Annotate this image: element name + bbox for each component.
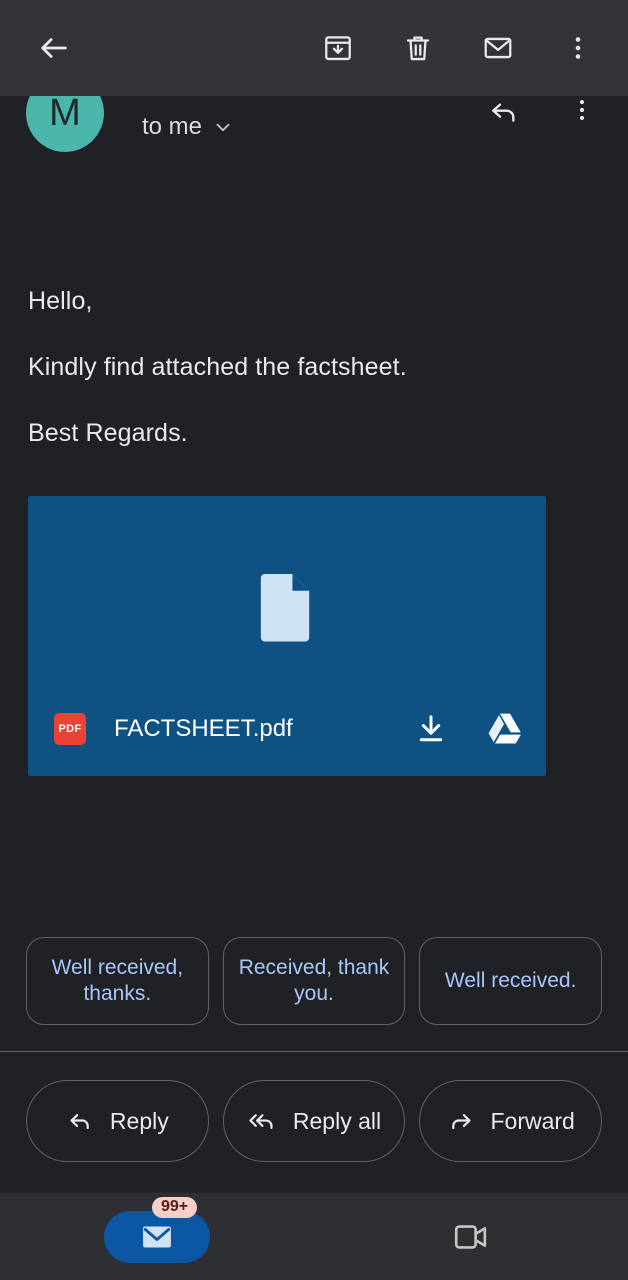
- archive-button[interactable]: [310, 20, 366, 76]
- attachment-card[interactable]: PDF FACTSHEET.pdf: [28, 496, 546, 776]
- avatar[interactable]: M: [26, 96, 104, 152]
- smart-reply-chip-3[interactable]: Well received.: [419, 937, 603, 1025]
- reply-label: Reply: [109, 1107, 169, 1134]
- attachment-preview: [28, 570, 546, 644]
- mail-tab-pill: 99+: [104, 1196, 210, 1263]
- save-to-drive-button[interactable]: [486, 712, 524, 746]
- reply-all-label: Reply all: [292, 1107, 382, 1134]
- delete-icon: [406, 36, 430, 61]
- app-bar: [0, 0, 628, 96]
- nav-item-mail[interactable]: 99+: [0, 1193, 314, 1280]
- reply-all-button[interactable]: Reply all: [222, 1080, 406, 1162]
- more-options-icon: [579, 99, 585, 121]
- sender-row: M to me: [0, 96, 628, 160]
- meet-tab-pill: [418, 1211, 524, 1263]
- archive-icon: [325, 36, 351, 61]
- recipient-label: to me: [142, 113, 203, 140]
- smart-reply-chip-1[interactable]: Well received, thanks.: [26, 937, 209, 1025]
- message-more-options-button[interactable]: [554, 96, 610, 138]
- forward-icon: [451, 1114, 471, 1130]
- forward-button[interactable]: Forward: [419, 1080, 603, 1162]
- message-signoff: Best Regards.: [28, 419, 188, 447]
- nav-item-meet[interactable]: [314, 1193, 628, 1280]
- mark-unread-icon: [484, 37, 512, 59]
- reply-icon: [492, 103, 515, 122]
- unread-badge: 99+: [152, 1196, 198, 1218]
- reply-icon: [70, 1114, 89, 1130]
- message-body: Hello, Kindly find attached the factshee…: [0, 160, 628, 937]
- more-options-button[interactable]: [550, 20, 606, 76]
- more-options-icon: [575, 37, 581, 59]
- recipient-expander[interactable]: to me: [142, 113, 234, 141]
- smart-reply-row: Well received, thanks. Received, thank y…: [0, 937, 628, 1025]
- reply-button-header[interactable]: [476, 96, 532, 138]
- delete-button[interactable]: [390, 20, 446, 76]
- reply-action-row: Reply Reply all Forward: [0, 1052, 628, 1192]
- chevron-down-icon: [216, 123, 230, 132]
- pdf-badge: PDF: [54, 713, 86, 745]
- sender-actions: [476, 96, 610, 138]
- reply-button[interactable]: Reply: [26, 1080, 209, 1162]
- email-detail-screen: M to me Hello, Kindly find attached the …: [0, 0, 628, 1280]
- message-text: Kindly find attached the factsheet.: [28, 353, 407, 381]
- mail-icon: [143, 1226, 171, 1247]
- download-icon: [419, 715, 443, 742]
- attachment-actions: [414, 712, 524, 746]
- bottom-navigation: 99+: [0, 1192, 628, 1280]
- smart-reply-chip-2[interactable]: Received, thank you.: [222, 937, 406, 1025]
- document-icon: [260, 573, 310, 642]
- mark-unread-button[interactable]: [470, 20, 526, 76]
- video-camera-icon: [454, 1224, 487, 1249]
- back-button[interactable]: [26, 20, 82, 76]
- google-drive-icon: [488, 713, 521, 744]
- message-greeting: Hello,: [28, 287, 93, 315]
- download-button[interactable]: [414, 712, 448, 746]
- back-arrow-icon: [41, 38, 67, 58]
- attachment-footer: PDF FACTSHEET.pdf: [28, 682, 546, 776]
- attachment-filename: FACTSHEET.pdf: [114, 715, 293, 742]
- forward-label: Forward: [490, 1107, 575, 1134]
- reply-all-icon: [249, 1114, 273, 1130]
